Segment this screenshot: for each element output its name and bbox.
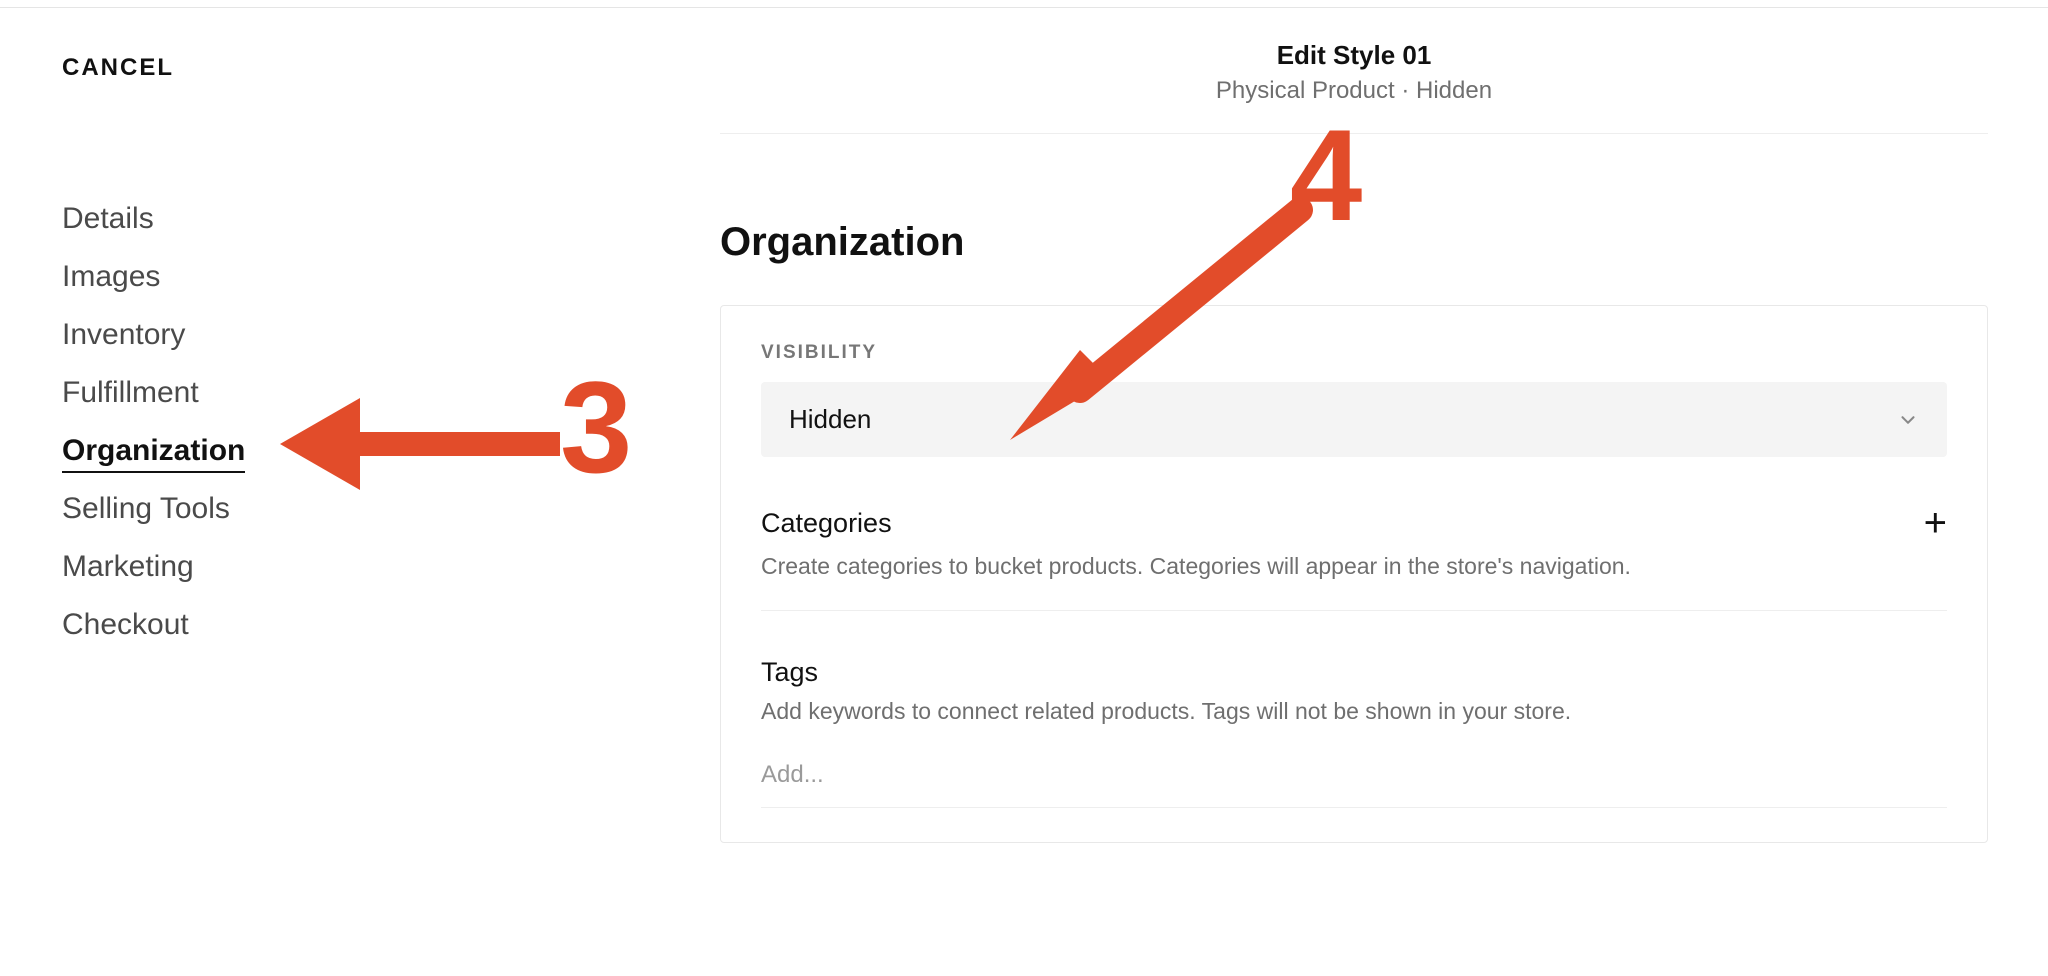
plus-icon: + <box>1924 501 1947 545</box>
sidebar-item-label: Images <box>62 260 160 293</box>
categories-row: Categories + Create categories to bucket… <box>761 503 1947 611</box>
chevron-down-icon <box>1897 409 1919 431</box>
tags-title: Tags <box>761 657 1947 688</box>
sidebar-item-organization[interactable]: Organization <box>62 422 362 480</box>
sidebar-item-checkout[interactable]: Checkout <box>62 596 362 654</box>
annotation-number: 3 <box>560 352 632 502</box>
categories-desc: Create categories to bucket products. Ca… <box>761 553 1947 580</box>
sidebar-nav: Details Images Inventory Fulfillment Org… <box>62 190 362 654</box>
page-subtitle: Physical Product · Hidden <box>720 77 1988 105</box>
sidebar-item-images[interactable]: Images <box>62 248 362 306</box>
sidebar-item-fulfillment[interactable]: Fulfillment <box>62 364 362 422</box>
sidebar-item-label: Organization <box>62 434 245 473</box>
main-content: Organization VISIBILITY Hidden Categorie… <box>720 220 1988 843</box>
visibility-value: Hidden <box>789 404 871 435</box>
arrow-shaft <box>350 432 560 456</box>
sidebar-item-label: Inventory <box>62 318 185 351</box>
sidebar-item-label: Selling Tools <box>62 492 230 525</box>
cancel-button[interactable]: CANCEL <box>62 54 174 82</box>
sidebar-item-selling-tools[interactable]: Selling Tools <box>62 480 362 538</box>
page-header: Edit Style 01 Physical Product · Hidden <box>720 40 1988 134</box>
sidebar-item-label: Marketing <box>62 550 194 583</box>
sidebar-item-label: Checkout <box>62 608 189 641</box>
categories-title: Categories <box>761 508 892 539</box>
sidebar-item-label: Details <box>62 202 154 235</box>
sidebar-item-inventory[interactable]: Inventory <box>62 306 362 364</box>
sidebar-item-marketing[interactable]: Marketing <box>62 538 362 596</box>
visibility-select[interactable]: Hidden <box>761 382 1947 457</box>
tags-input[interactable] <box>761 751 1947 808</box>
visibility-label: VISIBILITY <box>761 342 1947 364</box>
tags-desc: Add keywords to connect related products… <box>761 698 1947 725</box>
sidebar-item-label: Fulfillment <box>62 376 199 409</box>
page-title: Edit Style 01 <box>720 40 1988 71</box>
tags-row: Tags Add keywords to connect related pro… <box>761 657 1947 818</box>
section-title-organization: Organization <box>720 220 1988 265</box>
organization-panel: VISIBILITY Hidden Categories + Create ca… <box>720 305 1988 843</box>
sidebar-item-details[interactable]: Details <box>62 190 362 248</box>
top-border <box>0 0 2048 8</box>
add-category-button[interactable]: + <box>1924 503 1947 543</box>
